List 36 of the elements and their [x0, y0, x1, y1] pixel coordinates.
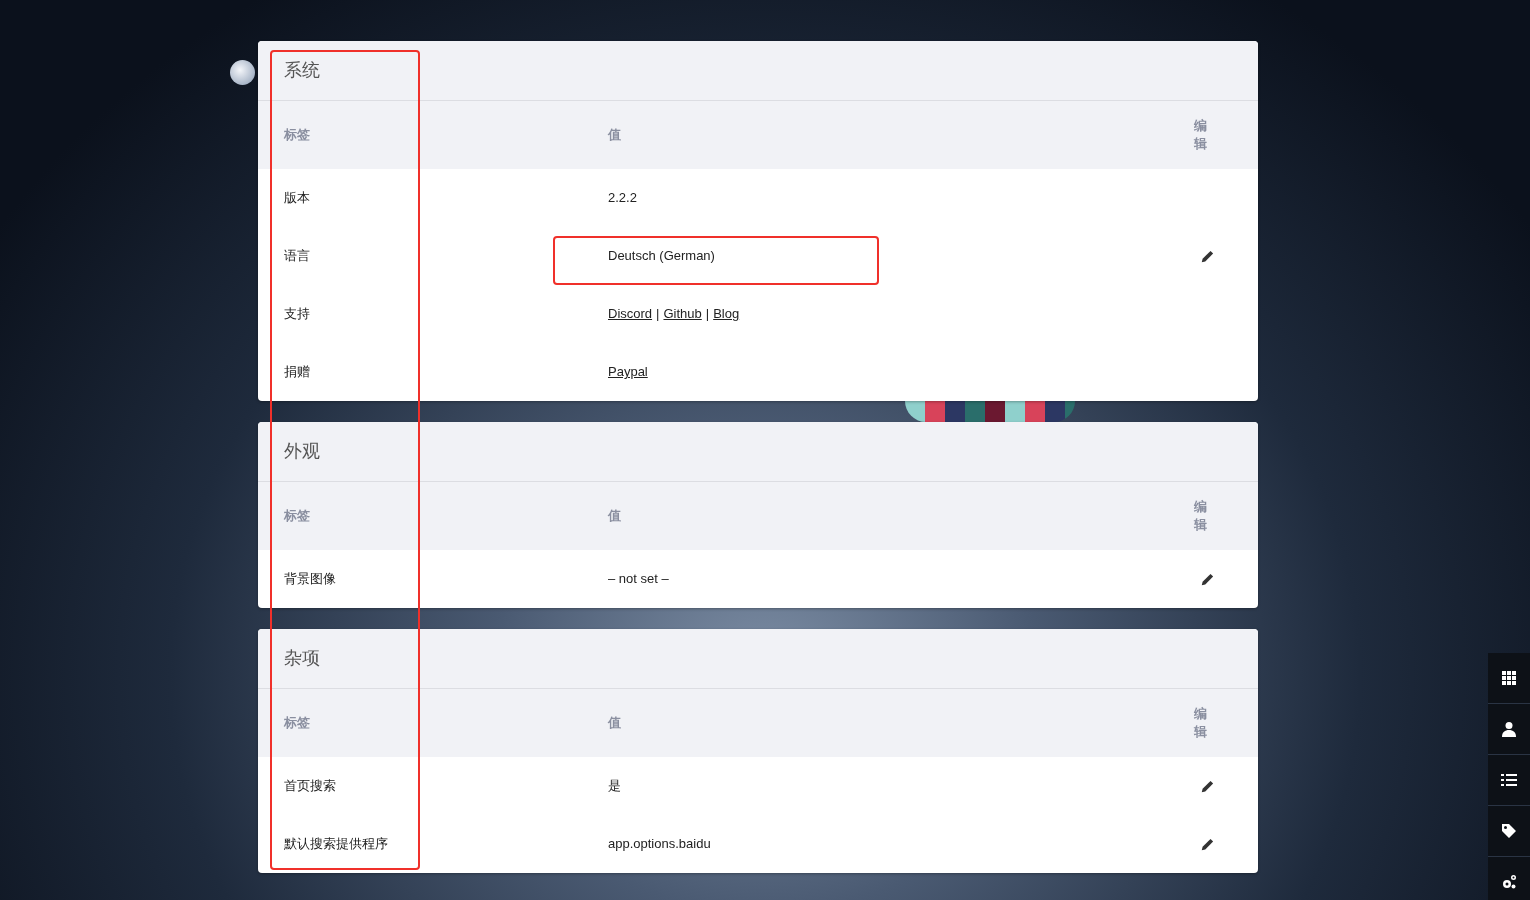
row-value: 2.2.2: [608, 190, 637, 206]
row-label: 版本: [284, 190, 310, 206]
column-header: 标签: [284, 126, 311, 145]
row-value: – not set –: [608, 571, 669, 587]
link[interactable]: Paypal: [608, 364, 648, 380]
link[interactable]: Github: [663, 306, 702, 322]
row-value: app.options.baidu: [608, 836, 711, 852]
column-header: 编辑: [1194, 704, 1207, 741]
tag-icon[interactable]: [1488, 806, 1530, 856]
grid-icon[interactable]: [1488, 653, 1530, 703]
column-header: 标签: [284, 714, 311, 733]
column-header: 编辑: [1194, 497, 1207, 534]
row-label: 语言: [284, 248, 310, 264]
section-title: 系统: [284, 59, 320, 82]
row-label: 支持: [284, 306, 310, 322]
section-title: 杂项: [284, 647, 320, 670]
column-header: 值: [608, 715, 621, 731]
row-label: 首页搜索: [284, 778, 336, 794]
settings-icon[interactable]: [1488, 857, 1530, 900]
column-header: 编辑: [1194, 116, 1207, 153]
user-icon[interactable]: [1488, 704, 1530, 754]
row-value: 是: [608, 778, 621, 794]
link[interactable]: Discord: [608, 306, 653, 322]
row-label: 捐赠: [284, 364, 310, 380]
column-header: 标签: [284, 507, 311, 526]
separator-text: |: [705, 306, 710, 322]
section-title: 外观: [284, 440, 320, 463]
list-icon[interactable]: [1488, 755, 1530, 805]
row-value: Deutsch (German): [608, 248, 715, 264]
row-label: 默认搜索提供程序: [284, 836, 388, 852]
column-header: 值: [608, 127, 621, 143]
row-label: 背景图像: [284, 571, 336, 587]
separator-text: |: [656, 306, 660, 322]
link[interactable]: Blog: [713, 306, 740, 322]
moon-drawing: [230, 60, 255, 85]
column-header: 值: [608, 508, 621, 524]
